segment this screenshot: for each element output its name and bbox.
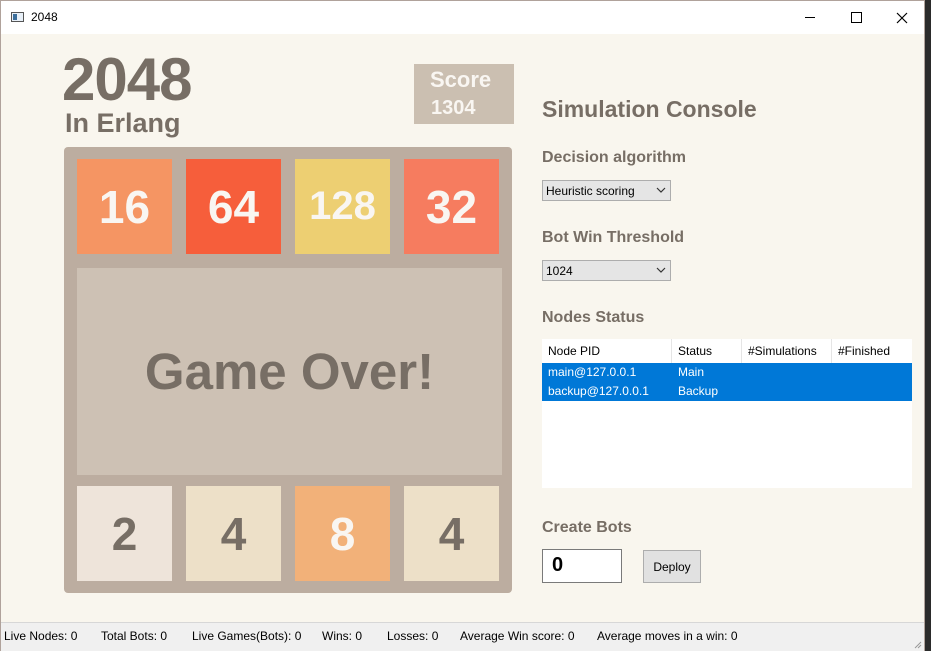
decision-algorithm-label: Decision algorithm xyxy=(542,149,687,166)
create-bots-label: Create Bots xyxy=(542,519,632,536)
score-value: 1304 xyxy=(431,97,476,119)
table-row[interactable]: main@127.0.0.1 Main xyxy=(542,363,912,382)
status-bar: Live Nodes: 0 Total Bots: 0 Live Games(B… xyxy=(1,622,924,651)
minimize-icon xyxy=(805,17,815,18)
nodes-status-label: Nodes Status xyxy=(542,309,645,326)
game-board[interactable]: 16 64 128 32 Game Over! 2484 xyxy=(64,147,512,593)
status-live-nodes: Live Nodes: 0 xyxy=(4,629,78,643)
bot-win-threshold-value: 1024 xyxy=(546,264,573,278)
decision-algorithm-select[interactable]: Heuristic scoring xyxy=(542,180,671,201)
game-over-overlay: Game Over! xyxy=(77,268,502,475)
tile: 64 xyxy=(186,159,281,254)
table-row[interactable]: backup@127.0.0.1 Backup xyxy=(542,382,912,401)
tile: 4 xyxy=(186,486,281,581)
tile: 8 xyxy=(295,486,390,581)
bot-win-threshold-select[interactable]: 1024 xyxy=(542,260,671,281)
cell-status: Backup xyxy=(678,384,719,398)
resize-grip-icon[interactable] xyxy=(912,639,922,649)
tile: 2 xyxy=(77,486,172,581)
app-window: 2048 2048 In Erlang Score 1304 16 64 128 32… xyxy=(0,0,925,651)
close-button[interactable] xyxy=(879,1,925,34)
status-wins: Wins: 0 xyxy=(322,629,363,643)
game-title: 2048 xyxy=(62,46,192,113)
column-header-finished[interactable]: #Finished xyxy=(832,339,912,363)
status-average-moves: Average moves in a win: 0 xyxy=(597,629,738,643)
close-icon xyxy=(896,12,908,23)
bot-win-threshold-label: Bot Win Threshold xyxy=(542,229,685,246)
maximize-button[interactable] xyxy=(833,1,879,34)
cell-status: Main xyxy=(678,365,705,379)
cell-node-pid: backup@127.0.0.1 xyxy=(548,384,649,398)
status-live-games: Live Games(Bots): 0 xyxy=(192,629,302,643)
status-total-bots: Total Bots: 0 xyxy=(101,629,168,643)
tile: 4 xyxy=(404,486,499,581)
tile: 32 xyxy=(404,159,499,254)
decision-algorithm-value: Heuristic scoring xyxy=(546,184,635,198)
status-average-win-score: Average Win score: 0 xyxy=(460,629,575,643)
column-header-status[interactable]: Status xyxy=(672,339,742,363)
title-bar[interactable]: 2048 xyxy=(1,1,924,34)
tile: 16 xyxy=(77,159,172,254)
minimize-button[interactable] xyxy=(787,1,833,34)
status-losses: Losses: 0 xyxy=(387,629,439,643)
chevron-down-icon xyxy=(656,187,666,193)
score-box: Score 1304 xyxy=(414,64,514,124)
deploy-button[interactable]: Deploy xyxy=(643,550,701,583)
chevron-down-icon xyxy=(656,267,666,273)
console-title: Simulation Console xyxy=(542,96,757,122)
window-title: 2048 xyxy=(31,10,58,24)
bots-count-input[interactable]: 0 xyxy=(542,549,622,583)
column-header-simulations[interactable]: #Simulations xyxy=(742,339,832,363)
cell-node-pid: main@127.0.0.1 xyxy=(548,365,637,379)
nodes-table[interactable]: Node PID Status #Simulations #Finished m… xyxy=(542,339,912,488)
score-label: Score xyxy=(430,67,492,92)
column-header-node-pid[interactable]: Node PID xyxy=(542,339,672,363)
app-icon xyxy=(11,12,24,22)
maximize-icon xyxy=(850,12,862,23)
tile: 128 xyxy=(295,159,390,254)
game-subtitle: In Erlang xyxy=(65,108,181,138)
